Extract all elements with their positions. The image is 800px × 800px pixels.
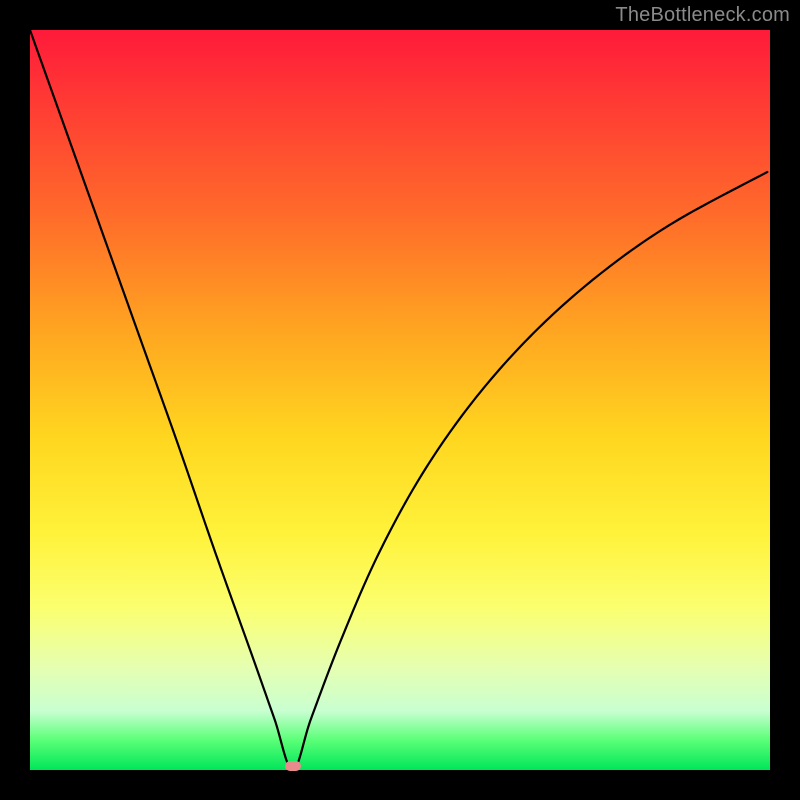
chart-frame: TheBottleneck.com [0,0,800,800]
curve-svg [30,30,770,770]
watermark-text: TheBottleneck.com [615,4,790,27]
minimum-marker [285,761,301,771]
plot-area [30,30,770,770]
bottleneck-curve [30,30,767,770]
